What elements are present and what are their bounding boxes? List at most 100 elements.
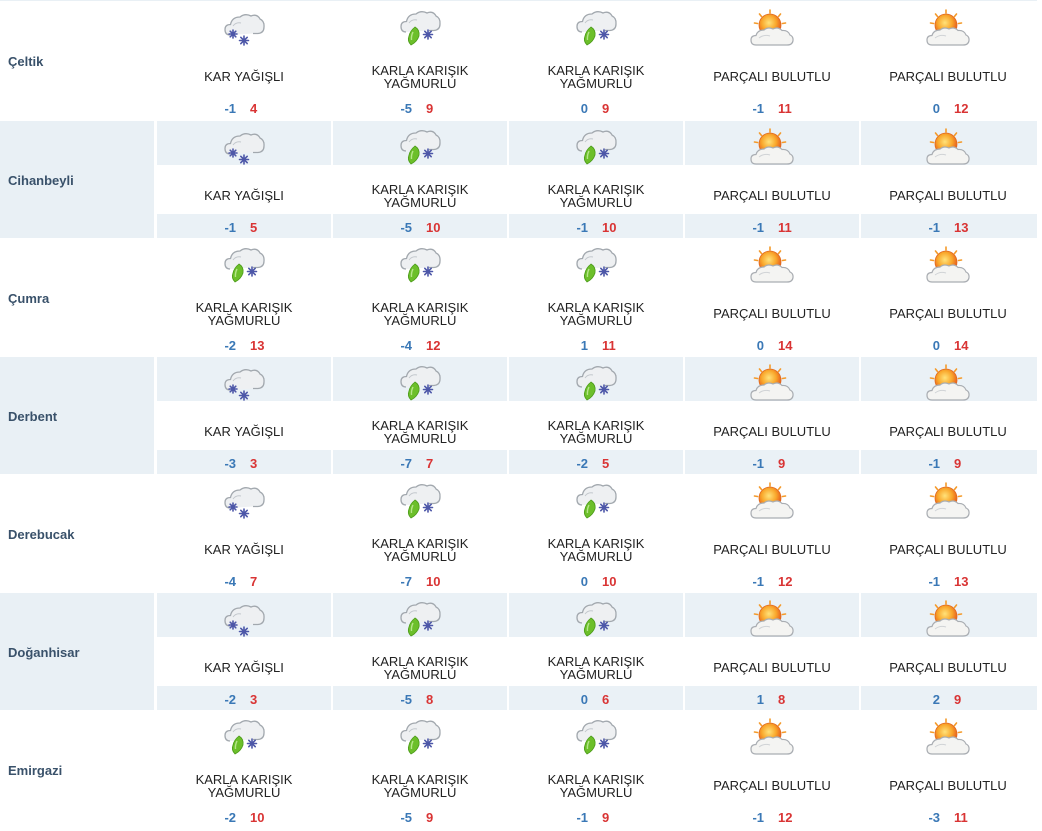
condition-text: KAR YAĞIŞLI (204, 69, 284, 84)
condition-text: PARÇALI BULUTLU (889, 778, 1007, 793)
sleet-icon (398, 127, 442, 167)
temperature-range: 18 (685, 692, 859, 707)
min-temperature: -1 (928, 220, 940, 235)
condition-text: KARLA KARIŞIK YAĞMURLU (371, 418, 469, 446)
min-temperature: -4 (224, 574, 236, 589)
condition-text: KARLA KARIŞIK YAĞMURLU (371, 63, 469, 91)
condition-text: KARLA KARIŞIK YAĞMURLU (547, 300, 645, 328)
max-temperature: 13 (250, 338, 265, 353)
max-temperature: 13 (954, 220, 969, 235)
sleet-icon (574, 599, 618, 639)
min-temperature: 1 (756, 692, 764, 707)
sleet-icon (574, 8, 618, 48)
min-temperature: -5 (400, 692, 412, 707)
max-temperature: 7 (426, 456, 434, 471)
max-temperature: 12 (426, 338, 441, 353)
forecast-cell: KARLA KARIŞIK YAĞMURLU -1 10 (509, 121, 683, 238)
max-temperature: 8 (778, 692, 786, 707)
condition-text: KAR YAĞIŞLI (204, 542, 284, 557)
condition-text: PARÇALI BULUTLU (889, 188, 1007, 203)
condition-text: KARLA KARIŞIK YAĞMURLU (547, 772, 645, 800)
temperature-range: -2 10 (157, 810, 331, 825)
temperature-range: -3 3 (157, 456, 331, 471)
temperature-range: 1 11 (509, 338, 683, 353)
city-cell: Doğanhisar (0, 593, 156, 710)
condition-text: KARLA KARIŞIK YAĞMURLU (547, 536, 645, 564)
forecast-cell: PARÇALI BULUTLU 0 14 (685, 239, 859, 356)
min-temperature: 2 (932, 692, 940, 707)
forecast-cell: KARLA KARIŞIK YAĞMURLU -4 12 (333, 239, 507, 356)
city-name[interactable]: Çumra (8, 291, 49, 306)
temperature-range: -2 3 (157, 692, 331, 707)
max-temperature: 7 (250, 574, 258, 589)
city-cell: Çumra (0, 239, 156, 356)
temperature-range: 06 (509, 692, 683, 707)
condition-text: KARLA KARIŞIK YAĞMURLU (547, 654, 645, 682)
city-row: Çumra KARLA KARIŞIK YAĞMURLU -2 13 KARLA KAR… (0, 239, 1037, 356)
max-temperature: 14 (954, 338, 969, 353)
forecast-cell: KAR YAĞIŞLI -3 3 (157, 357, 331, 474)
condition-text: KAR YAĞIŞLI (204, 660, 284, 675)
condition-text: PARÇALI BULUTLU (889, 542, 1007, 557)
city-row: Çeltik KAR YAĞIŞLI -1 4 KARLA KARIŞIK YAĞMUR… (0, 2, 1037, 119)
condition-text: PARÇALI BULUTLU (889, 306, 1007, 321)
condition-text: KAR YAĞIŞLI (204, 424, 284, 439)
temperature-range: -1 13 (861, 220, 1035, 235)
partly-cloudy-icon (926, 363, 970, 403)
sleet-icon (222, 245, 266, 285)
city-name[interactable]: Çeltik (8, 54, 43, 69)
sleet-icon (574, 363, 618, 403)
min-temperature: -1 (752, 220, 764, 235)
forecast-cell: PARÇALI BULUTLU -1 11 (685, 121, 859, 238)
city-name[interactable]: Emirgazi (8, 763, 62, 778)
city-name[interactable]: Derebucak (8, 527, 74, 542)
partly-cloudy-icon (750, 717, 794, 757)
temperature-range: -1 11 (685, 101, 859, 116)
forecast-cell: KARLA KARIŞIK YAĞMURLU -5 8 (333, 593, 507, 710)
sleet-icon (398, 245, 442, 285)
min-temperature: -1 (576, 810, 588, 825)
min-temperature: -1 (752, 810, 764, 825)
forecast-cell: KAR YAĞIŞLI -2 3 (157, 593, 331, 710)
forecast-cell: KARLA KARIŞIK YAĞMURLU -2 5 (509, 357, 683, 474)
condition-text: KAR YAĞIŞLI (204, 188, 284, 203)
temperature-range: 0 14 (685, 338, 859, 353)
temperature-range: 0 10 (509, 574, 683, 589)
condition-text: PARÇALI BULUTLU (713, 778, 831, 793)
city-name[interactable]: Cihanbeyli (8, 173, 74, 188)
max-temperature: 13 (954, 574, 969, 589)
city-name[interactable]: Doğanhisar (8, 645, 80, 660)
city-name[interactable]: Derbent (8, 409, 57, 424)
min-temperature: -5 (400, 220, 412, 235)
min-temperature: -1 (576, 220, 588, 235)
partly-cloudy-icon (926, 599, 970, 639)
forecast-cell: KARLA KARIŞIK YAĞMURLU -7 10 (333, 475, 507, 592)
forecast-cell: KARLA KARIŞIK YAĞMURLU -1 9 (509, 711, 683, 828)
min-temperature: -3 (224, 456, 236, 471)
condition-text: KARLA KARIŞIK YAĞMURLU (371, 300, 469, 328)
condition-text: PARÇALI BULUTLU (889, 69, 1007, 84)
condition-text: PARÇALI BULUTLU (713, 660, 831, 675)
temperature-range: -1 11 (685, 220, 859, 235)
sleet-icon (398, 363, 442, 403)
condition-text: PARÇALI BULUTLU (713, 188, 831, 203)
sleet-icon (574, 127, 618, 167)
max-temperature: 5 (250, 220, 258, 235)
max-temperature: 9 (426, 101, 434, 116)
condition-text: PARÇALI BULUTLU (889, 424, 1007, 439)
forecast-cell: PARÇALI BULUTLU -1 13 (861, 475, 1035, 592)
sleet-icon (222, 717, 266, 757)
forecast-cell: KARLA KARIŞIK YAĞMURLU 0 10 (509, 475, 683, 592)
sleet-icon (398, 599, 442, 639)
max-temperature: 9 (602, 810, 610, 825)
condition-text: KARLA KARIŞIK YAĞMURLU (371, 654, 469, 682)
temperature-range: -5 9 (333, 101, 507, 116)
forecast-cell: KARLA KARIŞIK YAĞMURLU -5 9 (333, 2, 507, 119)
partly-cloudy-icon (750, 599, 794, 639)
temperature-range: -1 12 (685, 810, 859, 825)
condition-text: KARLA KARIŞIK YAĞMURLU (195, 772, 293, 800)
snow-icon (222, 363, 266, 403)
temperature-range: -4 7 (157, 574, 331, 589)
max-temperature: 5 (602, 456, 610, 471)
temperature-range: 0 14 (861, 338, 1035, 353)
